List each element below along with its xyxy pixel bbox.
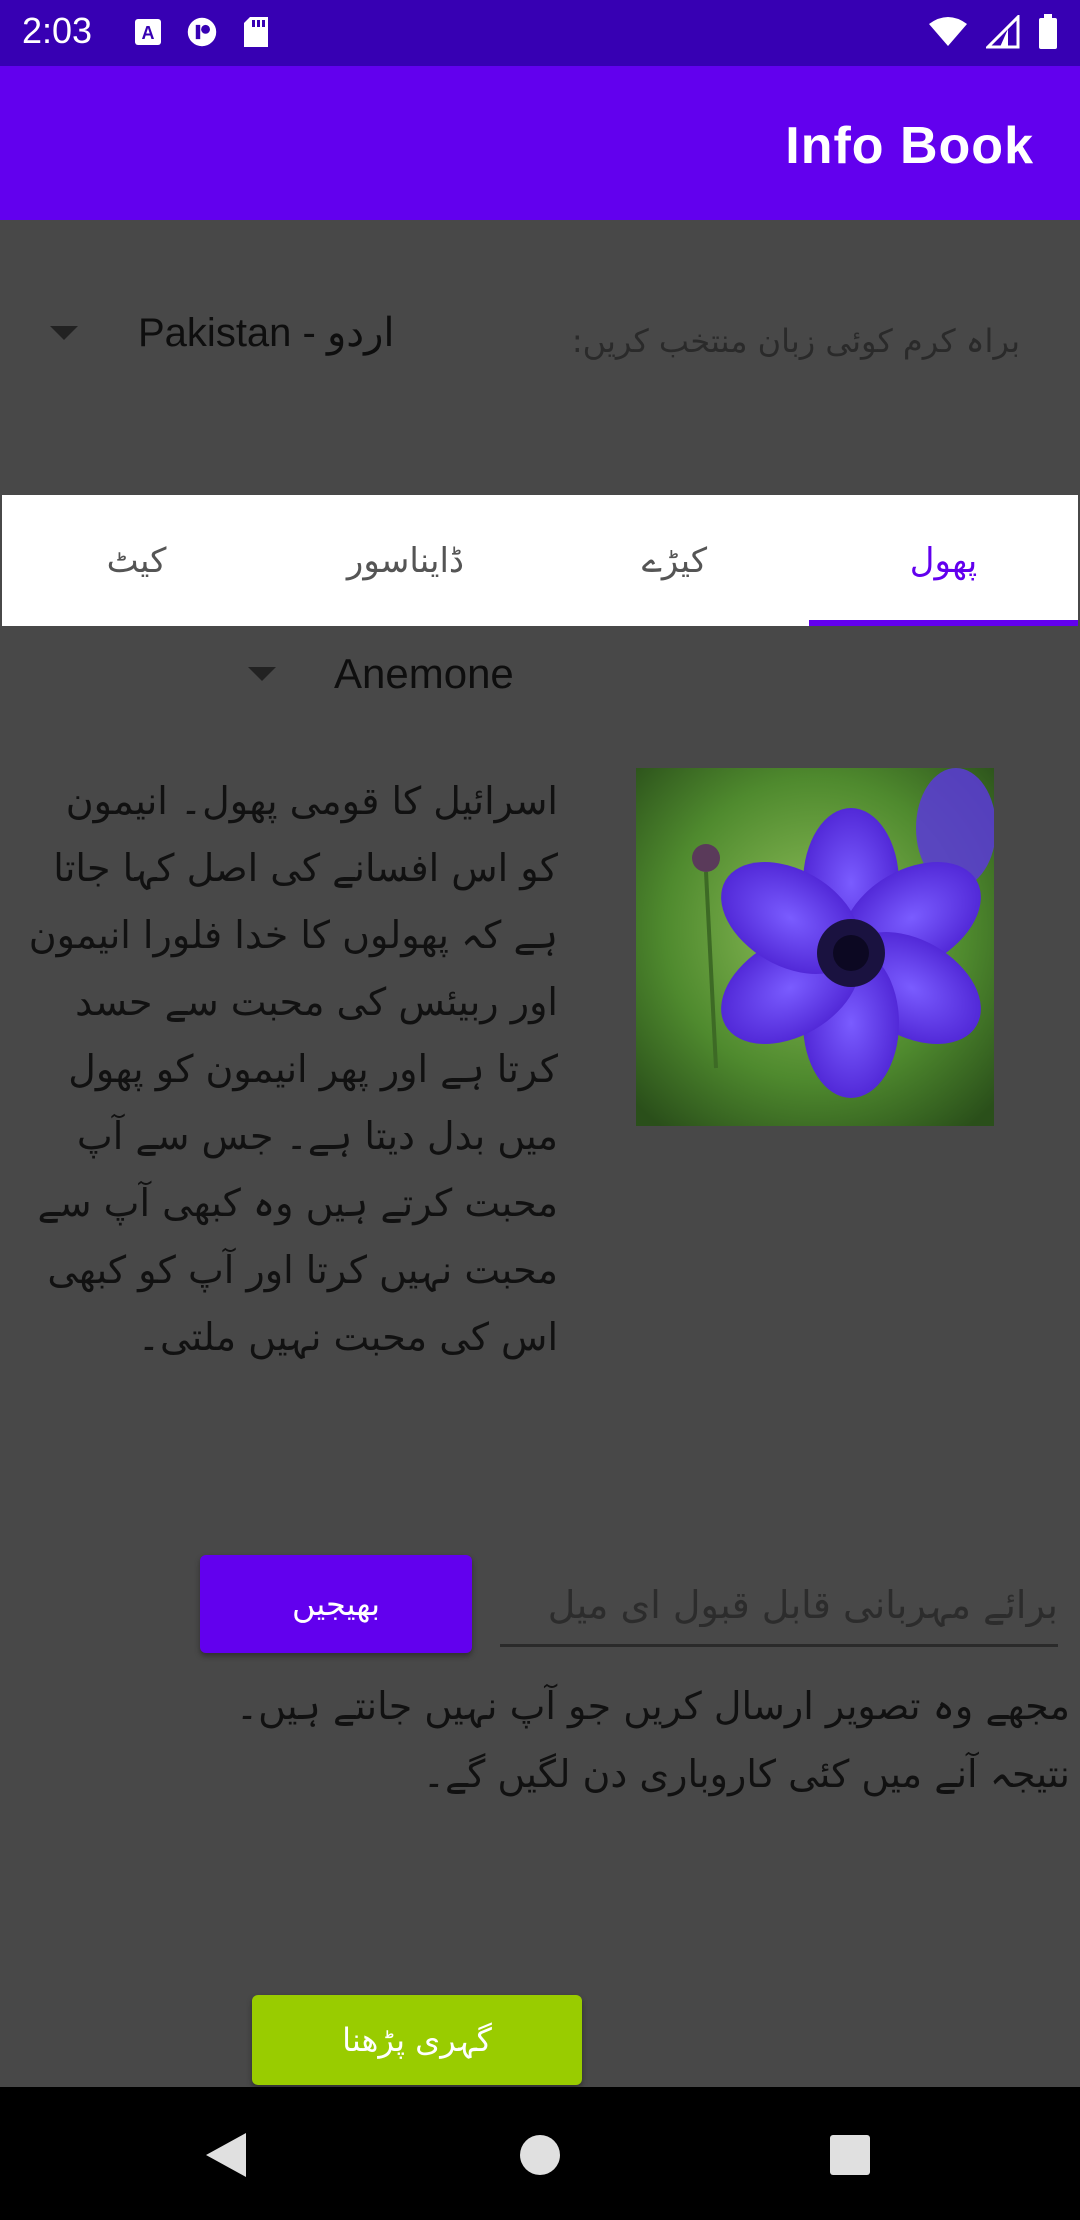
tab-cats[interactable]: کیٹ xyxy=(2,495,271,626)
system-status-icons xyxy=(928,13,1058,54)
back-icon[interactable] xyxy=(198,2127,254,2183)
tab-label: کیڑے xyxy=(641,541,708,581)
sd-card-icon xyxy=(240,14,272,50)
app-notification-icon xyxy=(186,14,218,50)
tab-label: کیٹ xyxy=(106,540,167,581)
email-input[interactable] xyxy=(500,1565,1058,1647)
tab-flowers[interactable]: پھول xyxy=(809,495,1078,626)
app-bar: Info Book xyxy=(0,66,1080,220)
email-row: بھیجیں xyxy=(0,1555,1080,1655)
recents-icon[interactable] xyxy=(822,2127,878,2183)
keyboard-notification-icon: A xyxy=(132,14,164,50)
flower-description: اسرائیل کا قومی پھول۔ انیمون کو اس افسان… xyxy=(28,779,558,1359)
dropdown-arrow-icon xyxy=(50,326,78,340)
category-tabs: پھول کیڑے ڈایناسور کیٹ xyxy=(2,495,1078,626)
language-spinner[interactable]: Pakistan - اردو xyxy=(50,310,395,356)
notification-icons: A xyxy=(132,14,272,50)
item-selected-value: Anemone xyxy=(334,650,514,697)
tab-label: ڈایناسور xyxy=(346,540,465,581)
send-button[interactable]: بھیجیں xyxy=(200,1555,472,1653)
tab-dinosaurs[interactable]: ڈایناسور xyxy=(271,495,540,626)
language-row: براہ کرم کوئی زبان منتخب کریں: Pakistan … xyxy=(0,300,1080,390)
home-icon[interactable] xyxy=(512,2127,568,2183)
dropdown-arrow-icon xyxy=(248,667,276,681)
read-more-button[interactable]: گہری پڑھنا xyxy=(252,1995,582,2085)
svg-text:A: A xyxy=(142,23,155,43)
status-bar: 2:03 A xyxy=(0,0,1080,66)
tab-insects[interactable]: کیڑے xyxy=(540,495,809,626)
app-title: Info Book xyxy=(785,117,1034,175)
navigation-bar xyxy=(0,2087,1080,2220)
language-selected-value: Pakistan - اردو xyxy=(138,311,395,355)
status-time: 2:03 xyxy=(22,10,93,51)
flower-image xyxy=(636,768,994,1126)
submission-notice: مجھے وہ تصویر ارسال کریں جو آپ نہیں جانت… xyxy=(235,1684,1070,1796)
tab-label: پھول xyxy=(909,540,978,581)
wifi-icon xyxy=(928,16,968,52)
language-prompt: براہ کرم کوئی زبان منتخب کریں: xyxy=(571,322,1020,360)
cellular-signal-icon xyxy=(984,13,1020,53)
item-spinner[interactable]: Anemone xyxy=(248,650,514,698)
battery-icon xyxy=(1038,14,1058,54)
